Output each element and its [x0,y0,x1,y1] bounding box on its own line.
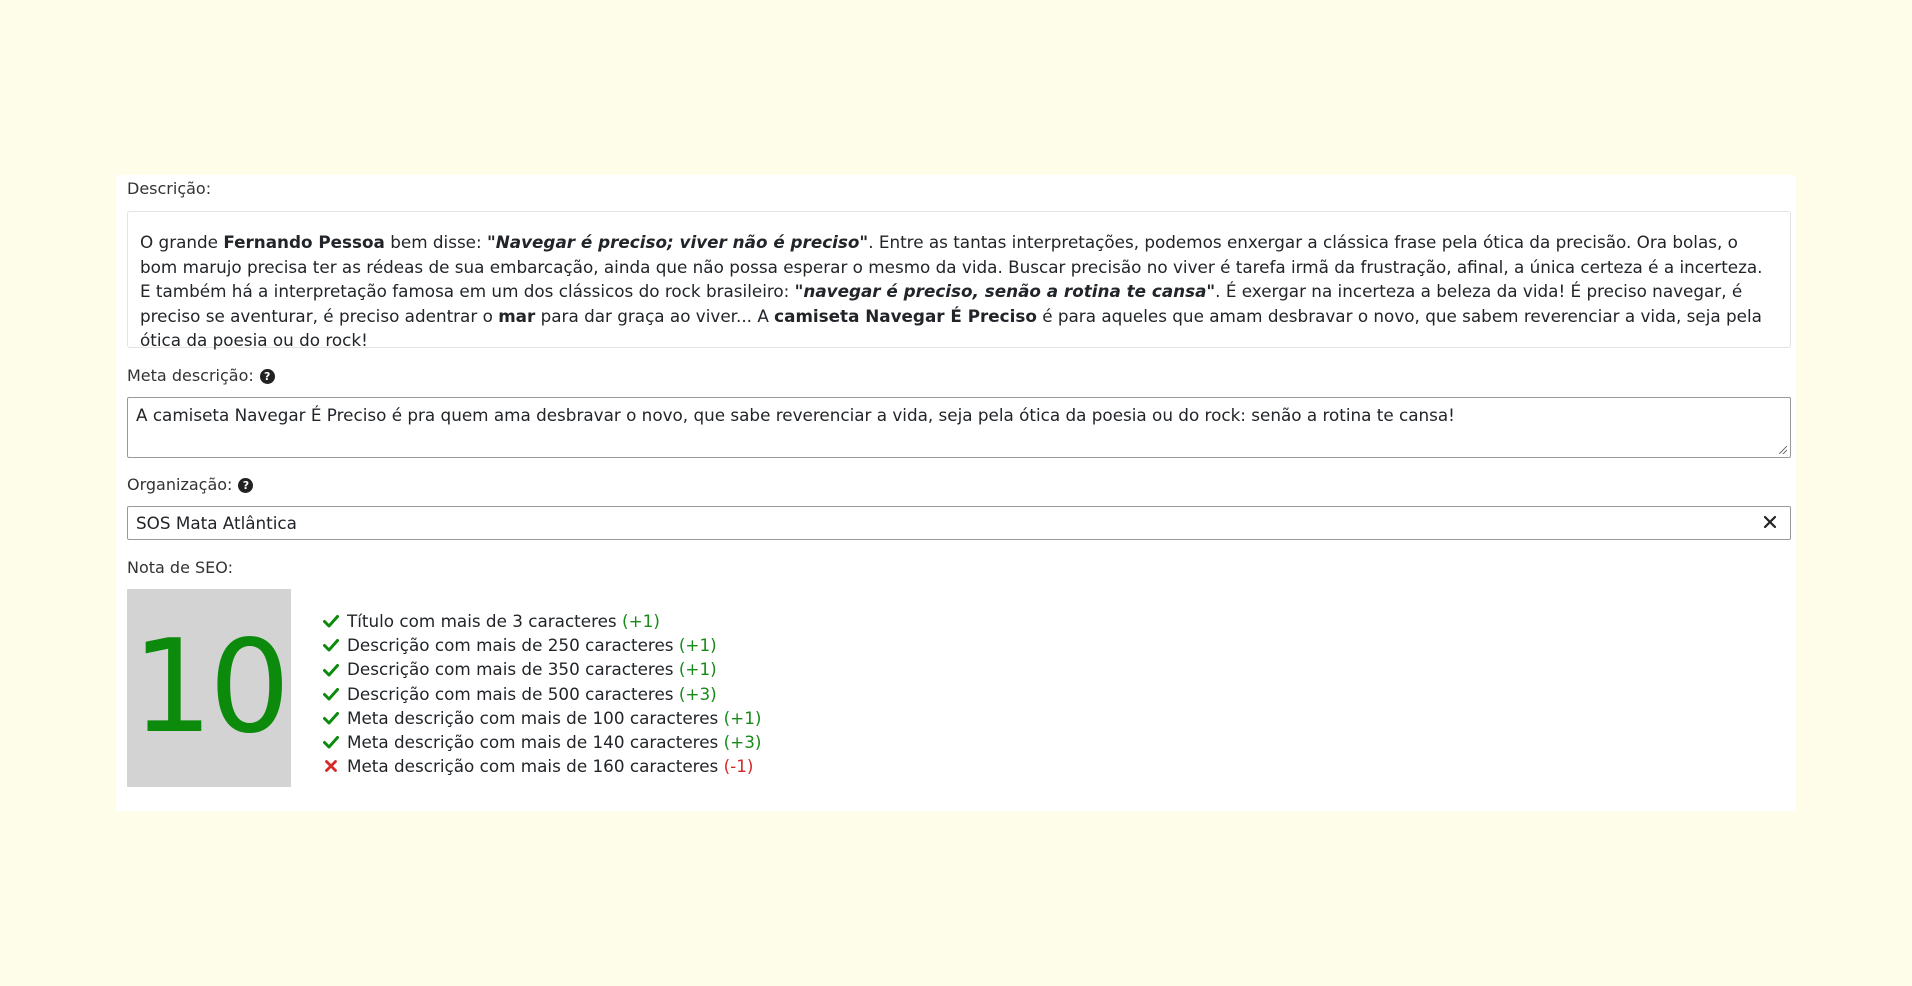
check-icon [323,736,339,749]
seo-criterion: Descrição com mais de 350 caracteres (+1… [323,657,761,681]
seo-criterion-line: Descrição com mais de 350 caracteres (+1… [347,657,717,681]
description-segment: "Navegar é preciso; viver não é preciso" [487,232,869,252]
description-segment: bem disse: [384,232,487,252]
check-icon [323,639,339,652]
cross-icon [325,760,337,773]
seo-criteria-list: Título com mais de 3 caracteres (+1) Desc… [323,609,761,778]
seo-criterion-line: Título com mais de 3 caracteres (+1) [347,609,660,633]
description-label: Descrição: [127,179,212,198]
seo-criterion: Meta descrição com mais de 160 caractere… [323,754,761,778]
check-icon [323,663,339,676]
seo-criterion-line: Meta descrição com mais de 100 caractere… [347,706,761,730]
description-segment: camiseta Navegar É Preciso [774,305,1037,326]
seo-criterion-points: (+3) [678,683,717,704]
question-circle-icon[interactable]: ? [238,477,254,493]
seo-score-label: Nota de SEO: [127,558,233,577]
seo-criterion-text: Descrição com mais de 500 caracteres [347,683,674,704]
seo-criterion-text: Meta descrição com mais de 160 caractere… [347,756,719,777]
seo-criterion-line: Meta descrição com mais de 160 caractere… [347,754,753,778]
description-segment: para dar graça ao viver... A [535,305,775,326]
close-icon[interactable] [1762,514,1778,530]
seo-criterion: Meta descrição com mais de 140 caractere… [323,730,761,754]
meta-description-label: Meta descrição: ? [127,366,275,386]
check-icon [323,711,339,725]
question-circle-icon[interactable]: ? [259,368,275,384]
seo-criterion-text: Meta descrição com mais de 100 caractere… [347,707,719,728]
seo-criterion-points: (+1) [678,635,717,656]
description-segment: Fernando Pessoa [223,232,385,252]
seo-criterion-text: Descrição com mais de 250 caracteres [347,635,674,656]
seo-criterion: Descrição com mais de 500 caracteres (+3… [323,682,761,706]
seo-criterion-line: Descrição com mais de 250 caracteres (+1… [347,633,717,657]
description-segment: mar [498,305,536,326]
description-editor[interactable]: O grande Fernando Pessoa bem disse: "Nav… [127,211,1791,350]
seo-criterion-points: (+1) [678,659,717,680]
seo-criterion-text: Descrição com mais de 350 caracteres [347,659,674,680]
seo-criterion-line: Descrição com mais de 500 caracteres (+3… [347,682,717,706]
seo-criterion-text: Título com mais de 3 caracteres [347,611,617,631]
meta-description-textarea[interactable]: A camiseta Navegar É Preciso é pra quem … [127,397,1791,458]
seo-criterion: Título com mais de 3 caracteres (+1) [323,609,761,633]
resize-handle[interactable] [1779,446,1787,454]
product-seo-panel: Descrição: O grande Fernando Pessoa bem … [116,175,1796,811]
description-segment: O grande [140,232,224,252]
seo-score-value: 10 [131,613,291,762]
check-icon [323,687,339,701]
organization-selected-value: SOS Mata Atlântica [136,513,297,533]
description-segment: "navegar é preciso, senão a rotina te ca… [794,281,1216,301]
seo-criterion: Meta descrição com mais de 100 caractere… [323,706,761,730]
seo-score-box: 10 [127,589,291,787]
organization-label: Organização: ? [127,475,254,495]
seo-criterion-points: (+3) [723,732,762,753]
organization-select[interactable]: SOS Mata Atlântica [127,506,1791,540]
seo-criterion-text: Meta descrição com mais de 140 caractere… [347,732,719,753]
seo-criterion-points: (+1) [622,611,660,631]
seo-criterion-line: Meta descrição com mais de 140 caractere… [347,730,761,754]
check-icon [323,615,339,628]
seo-criterion-points: (-1) [723,756,754,777]
seo-criterion: Descrição com mais de 250 caracteres (+1… [323,633,761,657]
seo-criterion-points: (+1) [723,707,762,728]
